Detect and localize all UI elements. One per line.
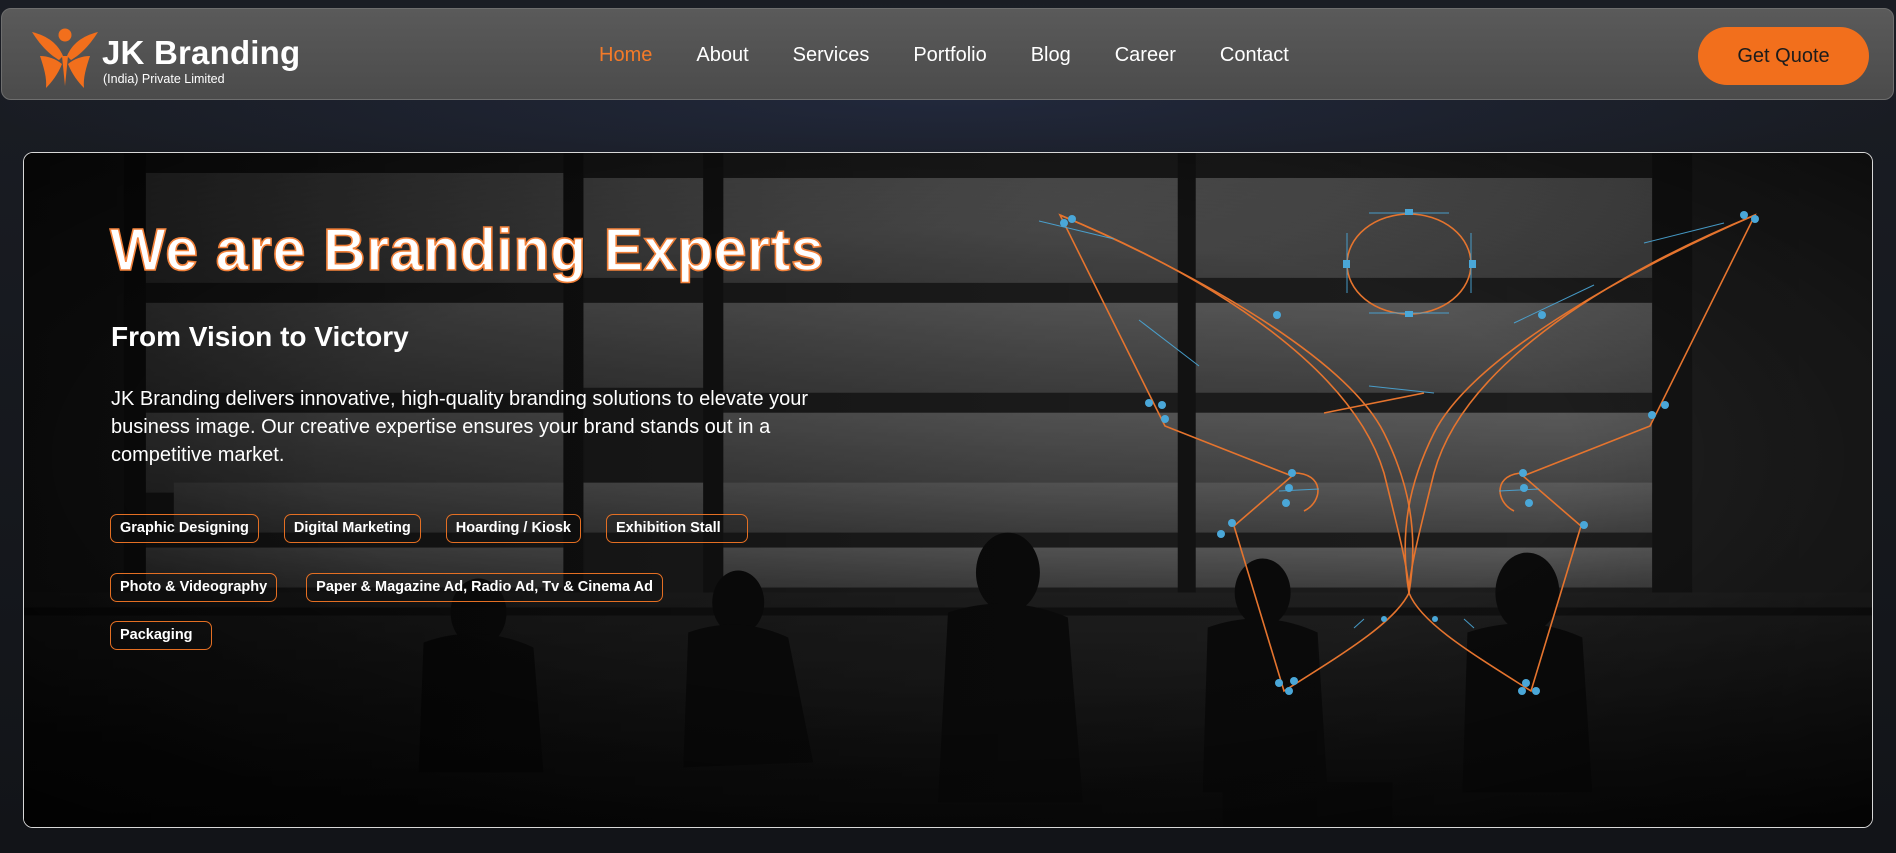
brand-subtitle: (India) Private Limited [103, 72, 225, 86]
butterfly-figure-icon [32, 28, 98, 88]
nav-about[interactable]: About [696, 45, 748, 65]
get-quote-button[interactable]: Get Quote [1698, 27, 1869, 85]
service-chip-graphic-designing[interactable]: Graphic Designing [110, 514, 259, 543]
nav-home[interactable]: Home [599, 45, 652, 65]
service-chip-digital-marketing[interactable]: Digital Marketing [283, 514, 421, 543]
hero-description: JK Branding delivers innovative, high-qu… [111, 388, 809, 466]
main-nav: Home About Services Portfolio Blog Caree… [599, 45, 1289, 65]
service-chips-row-2: Photo & Videography Paper & Magazine Ad,… [110, 573, 663, 602]
nav-contact[interactable]: Contact [1220, 45, 1289, 65]
service-chip-hoarding-kiosk[interactable]: Hoarding / Kiosk [445, 514, 581, 543]
service-chip-exhibition-stall[interactable]: Exhibition Stall [605, 514, 748, 543]
hero-title: We are Branding Experts [109, 217, 825, 283]
hero-section: We are Branding Experts From Vision to V… [23, 152, 1873, 828]
nav-blog[interactable]: Blog [1031, 45, 1071, 65]
site-header: JK Branding (India) Private Limited Home… [1, 8, 1894, 100]
brand-logo[interactable]: JK Branding (India) Private Limited [30, 26, 300, 88]
service-chip-ads[interactable]: Paper & Magazine Ad, Radio Ad, Tv & Cine… [306, 573, 663, 602]
nav-services[interactable]: Services [793, 45, 870, 65]
service-chips-row-1: Graphic Designing Digital Marketing Hoar… [110, 514, 748, 543]
service-chip-packaging[interactable]: Packaging [110, 621, 212, 650]
service-chips-row-3: Packaging [110, 621, 212, 650]
brand-name: JK Branding [102, 34, 301, 71]
nav-portfolio[interactable]: Portfolio [913, 45, 986, 65]
nav-career[interactable]: Career [1115, 45, 1176, 65]
hero-subtitle: From Vision to Victory [111, 321, 409, 352]
service-chip-photo-videography[interactable]: Photo & Videography [110, 573, 278, 602]
